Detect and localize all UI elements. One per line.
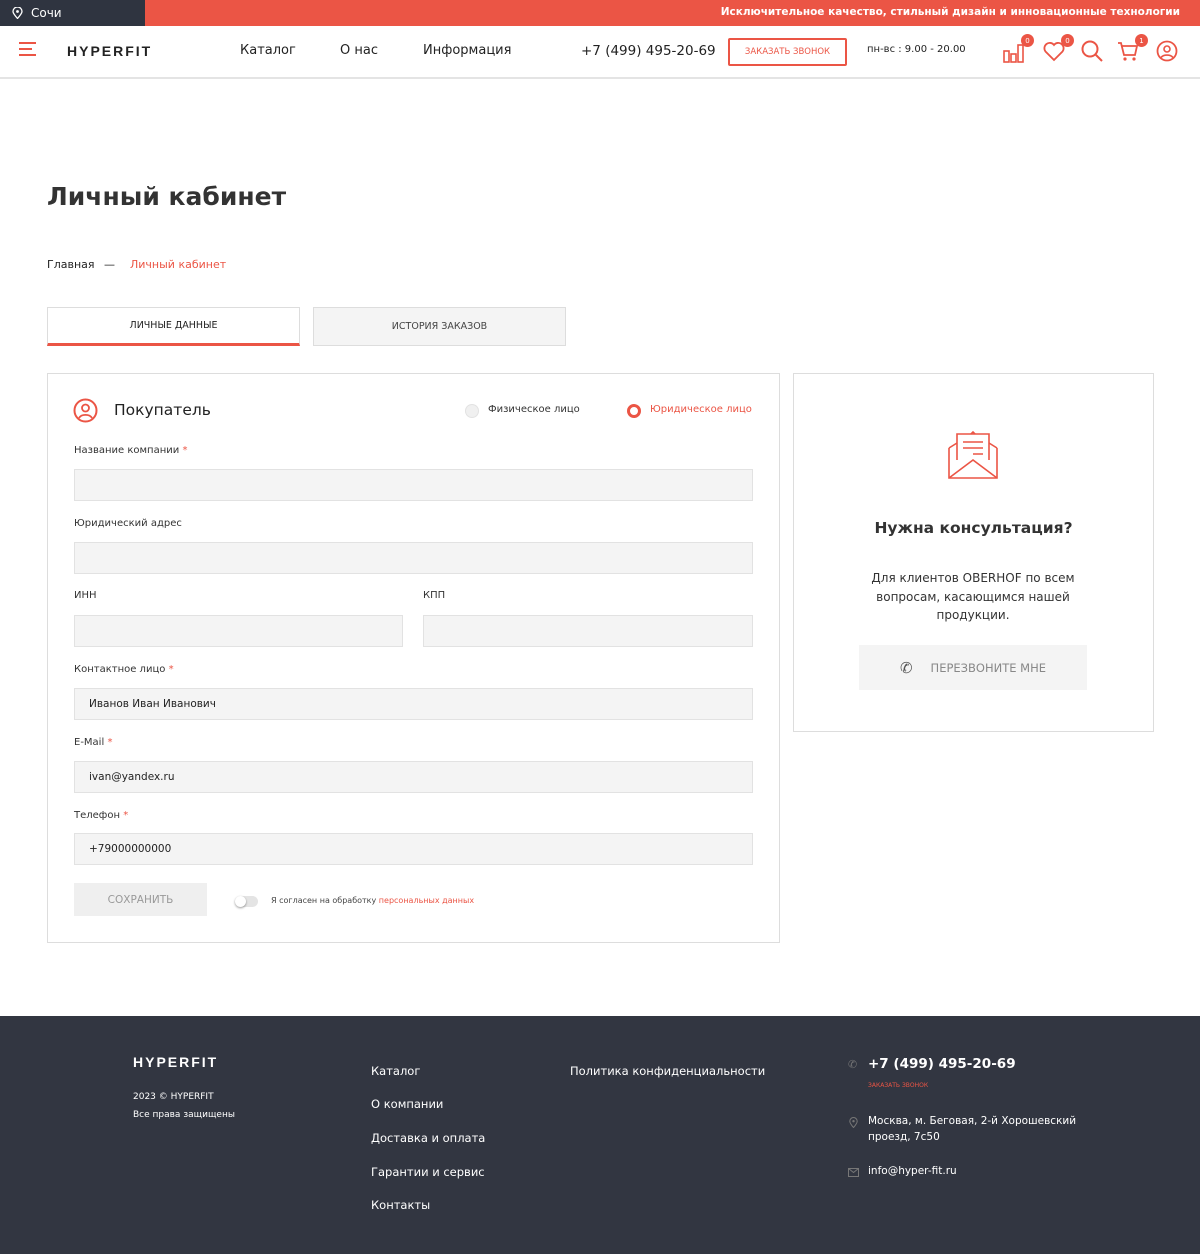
header-phone[interactable]: +7 (499) 495-20-69 — [581, 43, 716, 59]
contact-label: Контактное лицо * — [74, 664, 174, 675]
compare-badge: 0 — [1021, 34, 1034, 47]
user-icon — [73, 398, 98, 423]
radio-legal-label[interactable]: Юридическое лицо — [650, 404, 752, 415]
footer-phone[interactable]: +7 (499) 495-20-69 — [868, 1056, 1016, 1072]
cart-icon[interactable]: 1 — [1117, 34, 1148, 65]
tab-personal-data[interactable]: ЛИЧНЫЕ ДАННЫЕ — [47, 307, 300, 346]
breadcrumb-separator: — — [104, 258, 115, 271]
search-icon[interactable] — [1080, 39, 1106, 65]
consult-text: Для клиентов OBERHOF по всем вопросам, к… — [871, 571, 1075, 622]
city-name: Сочи — [31, 6, 62, 20]
nav-about[interactable]: О нас — [340, 43, 378, 58]
radio-legal[interactable] — [627, 404, 641, 418]
footer: HYPERFIT 2023 © HYPERFIT Все права защищ… — [0, 1016, 1200, 1254]
radio-individual-label[interactable]: Физическое лицо — [488, 404, 580, 415]
nav-catalog[interactable]: Каталог — [240, 43, 296, 58]
footer-link-warranty[interactable]: Гарантии и сервис — [371, 1165, 485, 1179]
consent-text: Я согласен на обработку персональных дан… — [271, 896, 475, 905]
consent-toggle[interactable] — [235, 896, 258, 907]
cart-badge: 1 — [1135, 34, 1148, 47]
footer-logo[interactable]: HYPERFIT — [133, 1054, 218, 1070]
phone-icon: ✆ — [899, 658, 913, 677]
menu-icon[interactable] — [19, 42, 36, 56]
favorites-icon[interactable]: 0 — [1043, 34, 1074, 65]
page-title: Личный кабинет — [47, 182, 287, 211]
breadcrumb-current: Личный кабинет — [130, 258, 227, 271]
company-label: Название компании * — [74, 445, 188, 456]
footer-call-link[interactable]: ЗАКАЗАТЬ ЗВОНОК — [868, 1082, 928, 1089]
inn-label: ИНН — [74, 590, 97, 601]
form-title: Покупатель — [114, 401, 211, 419]
phone-label: Телефон * — [74, 810, 129, 821]
work-hours: пн-вс : 9.00 - 20.00 — [867, 44, 966, 55]
email-label: E-Mail * — [74, 737, 113, 748]
address-input[interactable] — [74, 542, 753, 574]
envelope-icon — [948, 430, 998, 479]
radio-individual[interactable] — [465, 404, 479, 418]
footer-address: Москва, м. Беговая, 2-й Хорошевский прое… — [868, 1115, 1077, 1143]
email-input[interactable]: ivan@yandex.ru — [74, 761, 753, 793]
compare-icon[interactable]: 0 — [1003, 34, 1034, 65]
location-icon — [849, 1117, 858, 1128]
copyright: 2023 © HYPERFIT — [133, 1092, 214, 1102]
location-pin-icon — [12, 7, 23, 19]
tab-order-history[interactable]: ИСТОРИЯ ЗАКАЗОВ — [313, 307, 566, 346]
footer-link-catalog[interactable]: Каталог — [371, 1064, 420, 1078]
contact-input[interactable]: Иванов Иван Иванович — [74, 688, 753, 720]
footer-email[interactable]: info@hyper-fit.ru — [868, 1165, 957, 1177]
inn-input[interactable] — [74, 615, 403, 647]
footer-link-policy[interactable]: Политика конфиденциальности — [570, 1064, 765, 1078]
header: HYPERFIT Каталог О нас Информация +7 (49… — [0, 26, 1200, 79]
kpp-label: КПП — [423, 590, 446, 601]
consent-link[interactable]: персональных данных — [379, 896, 474, 905]
nav-info[interactable]: Информация — [423, 43, 511, 58]
logo[interactable]: HYPERFIT — [67, 43, 152, 59]
slogan: Исключительное качество, стильный дизайн… — [720, 6, 1180, 18]
footer-link-contacts[interactable]: Контакты — [371, 1198, 430, 1212]
save-button[interactable]: СОХРАНИТЬ — [74, 883, 207, 916]
footer-link-delivery[interactable]: Доставка и оплата — [371, 1131, 485, 1145]
breadcrumb-home[interactable]: Главная — [47, 258, 95, 271]
consult-title: Нужна консультация? — [874, 519, 1073, 537]
account-icon[interactable] — [1156, 39, 1182, 65]
callback-button[interactable]: ✆ ПЕРЕЗВОНИТЕ МНЕ — [859, 645, 1087, 690]
company-input[interactable] — [74, 469, 753, 501]
address-label: Юридический адрес — [74, 518, 182, 529]
mail-icon — [848, 1168, 859, 1177]
kpp-input[interactable] — [423, 615, 753, 647]
footer-link-about[interactable]: О компании — [371, 1097, 443, 1111]
phone-input[interactable]: +79000000000 — [74, 833, 753, 865]
rights: Все права защищены — [133, 1110, 235, 1120]
phone-icon: ✆ — [848, 1058, 858, 1071]
city-selector[interactable]: Сочи — [0, 0, 145, 26]
favorites-badge: 0 — [1061, 34, 1074, 47]
order-call-button[interactable]: ЗАКАЗАТЬ ЗВОНОК — [728, 38, 847, 66]
